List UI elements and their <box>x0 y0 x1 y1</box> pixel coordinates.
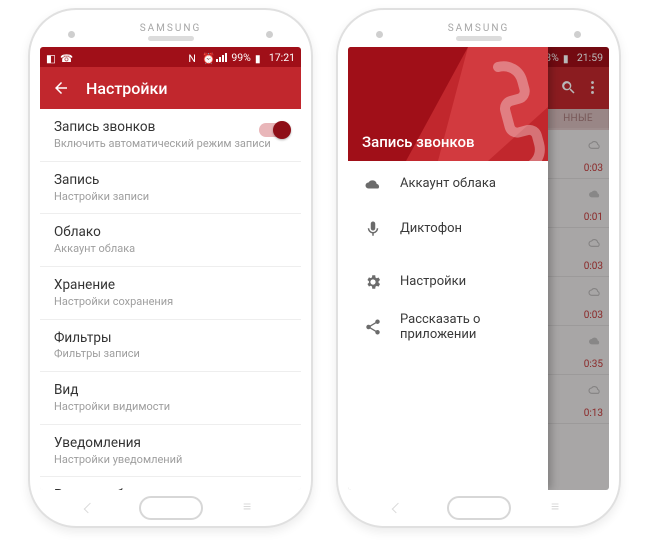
settings-list: Запись звонков Включить автоматический р… <box>40 109 301 490</box>
appbar: Настройки <box>40 67 301 109</box>
settings-row-subtitle: Фильтры записи <box>54 347 287 361</box>
earpiece <box>456 36 502 41</box>
settings-row[interactable]: Хранение Настройки сохранения <box>40 267 301 320</box>
phone-frame-left: SAMSUNG ◧ ☎ N ⏰ 99% ▮ 17:21 Настройки <box>28 8 313 528</box>
settings-row-title: Режим работы <box>54 487 287 490</box>
drawer-item-settings[interactable]: Настройки <box>348 259 548 304</box>
hw-home-button[interactable] <box>447 496 511 520</box>
status-app-icon: ☎ <box>60 52 70 62</box>
share-icon <box>364 318 382 336</box>
sensor-left <box>376 31 383 38</box>
hw-back-key[interactable] <box>80 502 98 514</box>
drawer-header: Запись звонков <box>348 47 548 161</box>
settings-row-title: Вид <box>54 382 287 399</box>
earpiece <box>148 36 194 41</box>
nav-drawer: Запись звонков Аккаунт облака Диктофон Н… <box>348 47 548 490</box>
settings-row-title: Запись <box>54 172 287 189</box>
sensor-left <box>68 31 75 38</box>
drawer-title: Запись звонков <box>362 133 474 151</box>
settings-row-title: Запись звонков <box>54 119 287 136</box>
settings-row[interactable]: Запись звонков Включить автоматический р… <box>40 109 301 162</box>
phone-frame-right: SAMSUNG ᚼ 📳 43% ▮ 21:59 ННЫЕ <box>336 8 621 528</box>
settings-row[interactable]: Фильтры Фильтры записи <box>40 320 301 373</box>
drawer-item-label: Настройки <box>400 274 466 289</box>
hw-back-key[interactable] <box>388 502 406 514</box>
settings-row-subtitle: Включить автоматический режим записи <box>54 137 287 151</box>
alarm-icon: ⏰ <box>202 52 212 62</box>
drawer-item-cloud-account[interactable]: Аккаунт облака <box>348 161 548 206</box>
settings-row-subtitle: Настройки видимости <box>54 400 287 414</box>
settings-row-title: Облако <box>54 224 287 241</box>
statusbar: ◧ ☎ N ⏰ 99% ▮ 17:21 <box>40 47 301 67</box>
mic-icon <box>364 220 382 238</box>
nfc-icon: N <box>188 52 198 62</box>
screen-right: ᚼ 📳 43% ▮ 21:59 ННЫЕ 0:03 <box>348 47 609 490</box>
clock-text: 17:21 <box>269 51 295 64</box>
settings-row[interactable]: Режим работы Параметры режима работы при… <box>40 477 301 490</box>
screen-left: ◧ ☎ N ⏰ 99% ▮ 17:21 Настройки Запись зво… <box>40 47 301 490</box>
drawer-item-label: Рассказать о приложении <box>400 312 532 342</box>
signal-icon <box>216 53 227 62</box>
hw-menu-key[interactable] <box>551 502 569 514</box>
drawer-item-label: Аккаунт облака <box>400 176 496 191</box>
sensor-right <box>574 31 581 38</box>
hw-home-button[interactable] <box>139 496 203 520</box>
battery-text: 99% <box>231 51 251 64</box>
appbar-title: Настройки <box>86 79 167 98</box>
settings-row[interactable]: Облако Аккаунт облака <box>40 214 301 267</box>
settings-row-title: Хранение <box>54 277 287 294</box>
cloud-icon <box>364 175 382 193</box>
settings-row[interactable]: Вид Настройки видимости <box>40 372 301 425</box>
settings-row-title: Уведомления <box>54 435 287 452</box>
settings-row-subtitle: Аккаунт облака <box>54 242 287 256</box>
settings-row-subtitle: Настройки уведомлений <box>54 453 287 467</box>
auto-record-toggle[interactable] <box>259 123 289 137</box>
drawer-item-label: Диктофон <box>400 221 462 236</box>
gear-icon <box>364 273 382 291</box>
back-button[interactable] <box>52 79 70 97</box>
battery-icon: ▮ <box>255 52 265 62</box>
status-notif-icon: ◧ <box>46 52 56 62</box>
settings-row-subtitle: Настройки записи <box>54 190 287 204</box>
drawer-item-share[interactable]: Рассказать о приложении <box>348 304 548 349</box>
settings-row-title: Фильтры <box>54 330 287 347</box>
settings-row[interactable]: Уведомления Настройки уведомлений <box>40 425 301 478</box>
drawer-spacer <box>348 251 548 259</box>
drawer-item-dictaphone[interactable]: Диктофон <box>348 206 548 251</box>
hw-menu-key[interactable] <box>243 502 261 514</box>
sensor-right <box>266 31 273 38</box>
settings-row-subtitle: Настройки сохранения <box>54 295 287 309</box>
settings-row[interactable]: Запись Настройки записи <box>40 162 301 215</box>
